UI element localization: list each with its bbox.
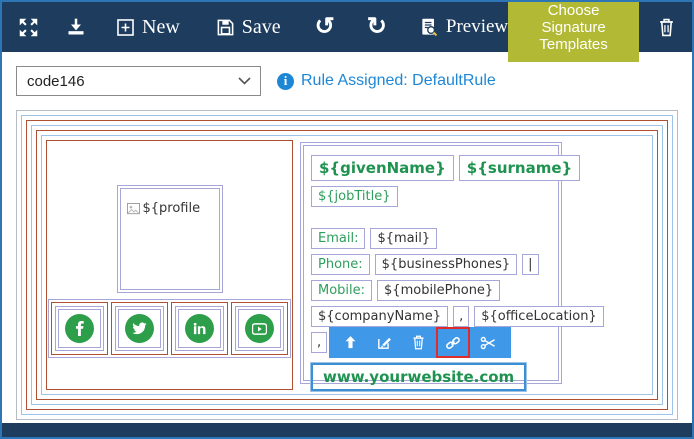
link-icon[interactable]: [436, 327, 470, 358]
redo-icon[interactable]: ↻: [367, 15, 387, 39]
ring-light-blue-inner: ${profile: [41, 135, 653, 395]
edit-icon[interactable]: [367, 334, 401, 351]
twitter-button[interactable]: [111, 302, 168, 355]
mail-field[interactable]: ${mail}: [370, 228, 437, 249]
trash-icon[interactable]: [401, 334, 435, 351]
given-name-field[interactable]: ${givenName}: [311, 155, 454, 181]
ring-brown-inner: ${profile: [36, 130, 658, 400]
preview-label: Preview: [446, 16, 508, 38]
new-button[interactable]: New: [116, 16, 180, 39]
mobile-row: Mobile: ${mobilePhone}: [311, 280, 500, 301]
preview-button[interactable]: Preview: [419, 16, 508, 38]
broken-image-icon: [127, 203, 140, 216]
undo-icon[interactable]: ↺: [315, 15, 335, 39]
save-button[interactable]: Save: [216, 16, 281, 39]
name-row: ${givenName} ${surname}: [311, 155, 580, 181]
save-label: Save: [242, 16, 281, 39]
company-name-field[interactable]: ${companyName}: [311, 306, 448, 327]
job-title-row: ${jobTitle}: [311, 186, 398, 207]
comma-separator[interactable]: ,: [453, 306, 469, 327]
signature-right-column: ${givenName} ${surname} ${jobTitle} Emai…: [300, 142, 562, 384]
rule-assigned-text: Rule Assigned: DefaultRule: [301, 72, 496, 90]
comma-separator-2[interactable]: ,: [311, 332, 327, 353]
chevron-down-icon: [238, 77, 251, 85]
company-row: ${companyName} , ${officeLocation}: [311, 306, 604, 327]
upload-icon[interactable]: [333, 334, 367, 351]
signature-editor-window: New Save ↺ ↻ Preview Choose Signature Te…: [0, 0, 694, 439]
template-select[interactable]: code146: [16, 66, 261, 96]
facebook-button[interactable]: [51, 302, 108, 355]
youtube-button[interactable]: [231, 302, 288, 355]
ring-light-blue-outer: ${profile: [21, 115, 673, 415]
signature-left-column: ${profile: [46, 140, 293, 390]
office-location-field[interactable]: ${officeLocation}: [474, 306, 603, 327]
facebook-icon[interactable]: [65, 314, 94, 343]
email-row: Email: ${mail}: [311, 228, 437, 249]
cut-icon[interactable]: [471, 335, 505, 351]
surname-field[interactable]: ${surname}: [459, 155, 580, 181]
template-select-value: code146: [27, 73, 85, 90]
twitter-icon[interactable]: [125, 314, 154, 343]
ring-light-blue-mid: ${profile: [31, 125, 663, 405]
linkedin-icon[interactable]: [185, 314, 214, 343]
top-toolbar: New Save ↺ ↻ Preview Choose Signature Te…: [2, 2, 692, 52]
profile-placeholder-text: ${profile: [143, 201, 201, 216]
mobile-phone-field[interactable]: ${mobilePhone}: [377, 280, 500, 301]
save-icon: [216, 18, 235, 37]
business-phones-field[interactable]: ${businessPhones}: [375, 254, 518, 275]
element-edit-toolbar: [329, 327, 511, 358]
phone-label[interactable]: Phone:: [311, 254, 370, 275]
download-icon[interactable]: [66, 17, 86, 37]
info-icon: i: [277, 73, 294, 90]
preview-icon: [419, 17, 439, 38]
new-icon: [116, 18, 135, 37]
email-label[interactable]: Email:: [311, 228, 365, 249]
mobile-label[interactable]: Mobile:: [311, 280, 372, 301]
footer-bar: [2, 423, 692, 437]
expand-icon[interactable]: [18, 17, 39, 38]
website-field[interactable]: www.yourwebsite.com: [311, 363, 526, 391]
phone-row: Phone: ${businessPhones} |: [311, 254, 539, 275]
linkedin-button[interactable]: [171, 302, 228, 355]
social-icons-row: [48, 299, 291, 358]
profile-image-placeholder[interactable]: ${profile: [117, 185, 223, 293]
ring-brown-outer: ${profile: [26, 120, 668, 410]
delete-icon[interactable]: [657, 17, 676, 38]
choose-signature-templates-button[interactable]: Choose Signature Templates: [508, 0, 639, 62]
new-label: New: [142, 16, 180, 39]
youtube-icon[interactable]: [245, 314, 274, 343]
job-title-field[interactable]: ${jobTitle}: [311, 186, 398, 207]
pipe-separator[interactable]: |: [522, 254, 538, 275]
signature-canvas[interactable]: ${profile: [16, 110, 678, 420]
